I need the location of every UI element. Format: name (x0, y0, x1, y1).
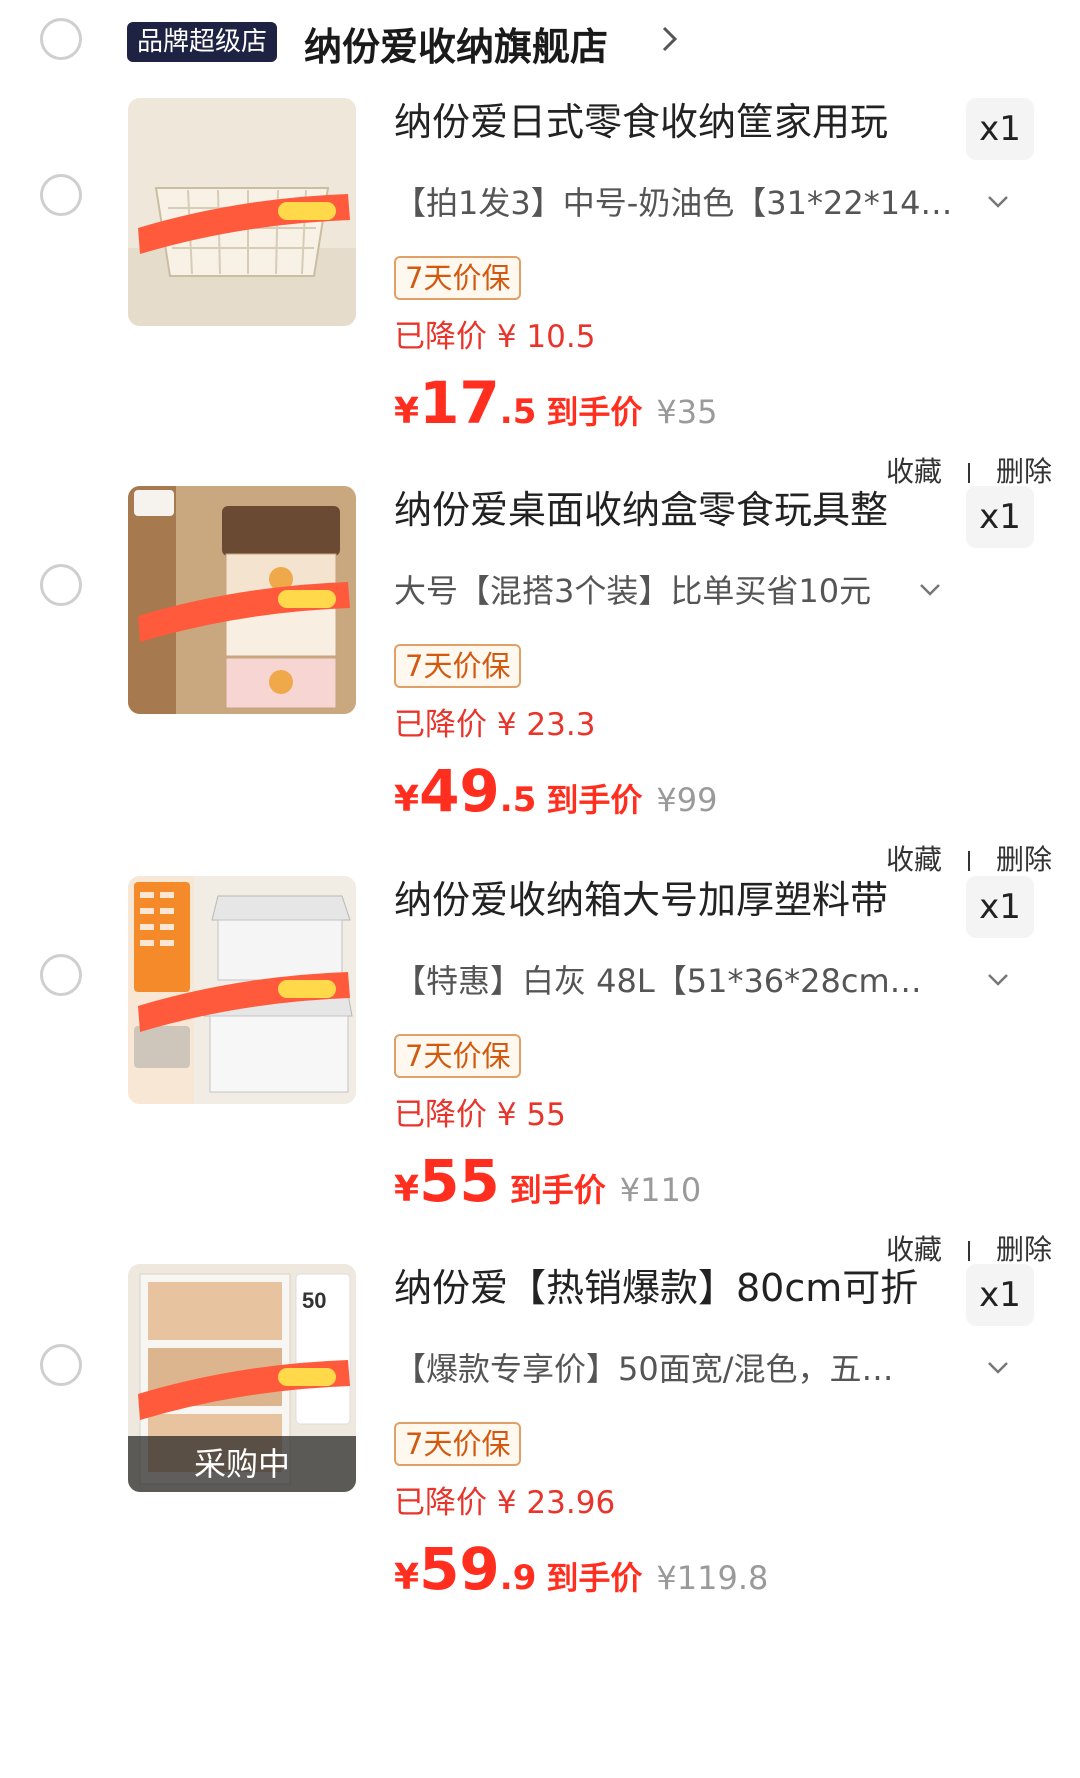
action-divider (967, 463, 970, 483)
price-integer: 55 (419, 1147, 500, 1215)
price-protection-tag: 7天价保 (394, 256, 522, 300)
product-image[interactable] (128, 876, 356, 1104)
sku-selector[interactable]: 大号【混搭3个装】比单买省10元 (394, 570, 914, 612)
price-currency: ¥ (394, 1169, 420, 1210)
final-price-label: 到手价 (546, 393, 643, 431)
chevron-down-icon[interactable] (986, 190, 1010, 214)
price-protection-tag: 7天价保 (394, 1422, 522, 1466)
item-actions: 收藏 删除 (886, 1228, 1052, 1268)
discount-text: 已降价 ¥ 55 (394, 1097, 566, 1133)
price-decimal: .5 (499, 392, 537, 432)
sku-selector[interactable]: 【特惠】白灰 48L【51*36*28cm… (394, 960, 954, 1002)
store-badge: 品牌超级店 (127, 22, 278, 62)
product-image[interactable] (128, 98, 356, 326)
original-price: ¥35 (656, 393, 718, 431)
sku-selector[interactable]: 【爆款专享价】50面宽/混色，五… (394, 1348, 954, 1390)
quantity-badge[interactable]: x1 (966, 98, 1034, 160)
price-protection-tag: 7天价保 (394, 644, 522, 688)
price-integer: 49 (419, 757, 500, 825)
store-select-radio[interactable] (40, 18, 82, 60)
product-title[interactable]: 纳份爱桌面收纳盒零食玩具整 (394, 486, 934, 534)
cart-item: 50 采购中 纳份爱【热销爆款】80cm可折 x1 【爆款专享价】50面宽/混色… (0, 1264, 1080, 1704)
cart-item: 纳份爱桌面收纳盒零食玩具整 x1 大号【混搭3个装】比单买省10元 7天价保 已… (0, 486, 1080, 926)
chevron-down-icon[interactable] (918, 578, 942, 602)
cart-item: 纳份爱日式零食收纳筐家用玩 x1 【拍1发3】中号-奶油色【31*22*14… … (0, 98, 1080, 538)
action-divider (967, 1241, 970, 1261)
favorite-button[interactable]: 收藏 (886, 455, 942, 488)
product-image[interactable] (128, 486, 356, 714)
item-select-radio[interactable] (40, 954, 82, 996)
price-row: ¥17.5 到手价 ¥35 (394, 368, 717, 438)
original-price: ¥99 (656, 781, 718, 819)
price-currency: ¥ (394, 391, 420, 432)
chevron-down-icon[interactable] (986, 1356, 1010, 1380)
item-select-radio[interactable] (40, 1344, 82, 1386)
price-protection-tag: 7天价保 (394, 1034, 522, 1078)
price-row: ¥59.9 到手价 ¥119.8 (394, 1534, 768, 1604)
price-currency: ¥ (394, 1557, 420, 1598)
product-image[interactable]: 50 采购中 (128, 1264, 356, 1492)
action-divider (967, 851, 970, 871)
delete-button[interactable]: 删除 (996, 1233, 1052, 1266)
favorite-button[interactable]: 收藏 (886, 1233, 942, 1266)
item-actions: 收藏 删除 (886, 838, 1052, 878)
item-actions: 收藏 删除 (886, 450, 1052, 490)
store-name[interactable]: 纳份爱收纳旗舰店 (304, 16, 608, 71)
original-price: ¥110 (619, 1171, 702, 1209)
price-row: ¥49.5 到手价 ¥99 (394, 756, 717, 826)
price-decimal: .9 (499, 1558, 537, 1598)
delete-button[interactable]: 删除 (996, 843, 1052, 876)
item-select-radio[interactable] (40, 564, 82, 606)
price-integer: 17 (419, 369, 500, 437)
final-price-label: 到手价 (509, 1171, 606, 1209)
purchasing-overlay: 采购中 (128, 1436, 356, 1492)
item-select-radio[interactable] (40, 174, 82, 216)
price-row: ¥55 到手价 ¥110 (394, 1146, 701, 1216)
price-decimal: .5 (499, 780, 537, 820)
price-currency: ¥ (394, 779, 420, 820)
original-price: ¥119.8 (656, 1559, 769, 1597)
quantity-badge[interactable]: x1 (966, 876, 1034, 938)
discount-text: 已降价 ¥ 23.96 (394, 1485, 616, 1521)
product-title[interactable]: 纳份爱收纳箱大号加厚塑料带 (394, 876, 934, 924)
delete-button[interactable]: 删除 (996, 455, 1052, 488)
sku-selector[interactable]: 【拍1发3】中号-奶油色【31*22*14… (394, 182, 954, 224)
cart-item: 纳份爱收纳箱大号加厚塑料带 x1 【特惠】白灰 48L【51*36*28cm… … (0, 876, 1080, 1316)
final-price-label: 到手价 (546, 781, 643, 819)
favorite-button[interactable]: 收藏 (886, 843, 942, 876)
svg-text:50: 50 (302, 1288, 326, 1313)
product-title[interactable]: 纳份爱日式零食收纳筐家用玩 (394, 98, 934, 146)
quantity-badge[interactable]: x1 (966, 486, 1034, 548)
product-title[interactable]: 纳份爱【热销爆款】80cm可折 (394, 1264, 934, 1312)
chevron-right-icon[interactable] (658, 22, 682, 56)
quantity-badge[interactable]: x1 (966, 1264, 1034, 1326)
discount-text: 已降价 ¥ 10.5 (394, 319, 596, 355)
final-price-label: 到手价 (546, 1559, 643, 1597)
discount-text: 已降价 ¥ 23.3 (394, 707, 596, 743)
price-integer: 59 (419, 1535, 500, 1603)
chevron-down-icon[interactable] (986, 968, 1010, 992)
